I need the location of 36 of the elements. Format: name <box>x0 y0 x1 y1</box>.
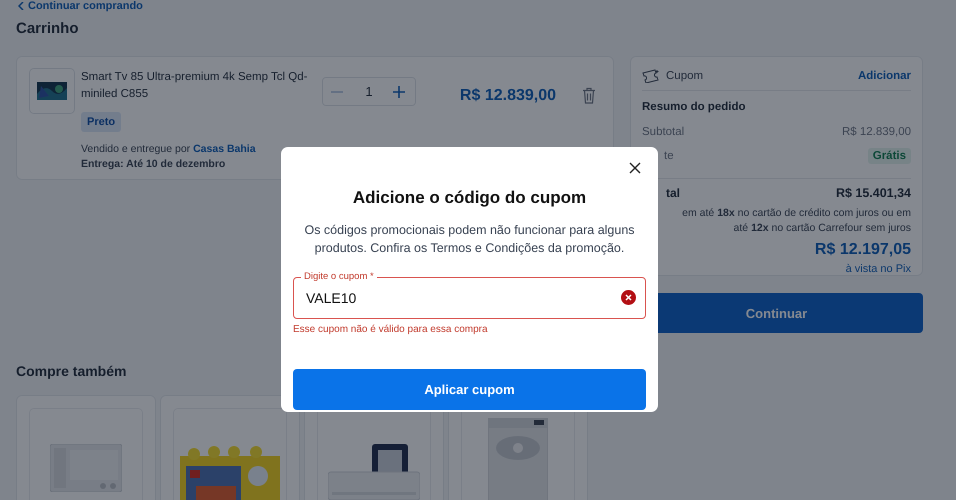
summary-label: Subtotal <box>642 126 684 138</box>
delivery-text: Entrega: Até 10 de dezembro <box>81 157 226 172</box>
add-coupon-link[interactable]: Adicionar <box>858 70 911 82</box>
quantity-value: 1 <box>365 84 373 99</box>
page-title: Carrinho <box>16 19 80 39</box>
minus-icon <box>331 90 343 92</box>
total-value: R$ 15.401,34 <box>836 186 911 200</box>
product-card[interactable] <box>160 395 300 500</box>
modal-title: Adicione o código do cupom <box>352 187 588 209</box>
summary-value: R$ 12.839,00 <box>842 126 911 138</box>
variant-tag: Preto <box>81 112 122 132</box>
summary-title: Resumo do pedido <box>642 101 746 113</box>
pix-price: R$ 12.197,05 <box>814 241 911 259</box>
summary-label: te <box>663 150 674 162</box>
error-icon <box>621 290 636 305</box>
apply-coupon-button[interactable]: Aplicar cupom <box>293 369 646 410</box>
section-title: Compre também <box>16 362 128 381</box>
pix-label: à vista no Pix <box>846 263 911 275</box>
installment-text: em até 18x no cartão de crédito com juros ou em até 12x no cartão Carrefour sem juros <box>681 206 911 236</box>
trash-icon <box>582 87 596 104</box>
plus-button[interactable] <box>390 84 407 100</box>
seller-text: Vendido e entregue por Casas Bahia <box>81 142 257 157</box>
coupon-label: Cupom <box>666 70 704 82</box>
back-link[interactable]: Continuar comprando <box>18 0 143 12</box>
delete-button[interactable] <box>582 87 596 104</box>
total-label: tal <box>665 186 680 200</box>
chevron-left-icon <box>18 2 24 10</box>
free-shipping-badge: Grátis <box>868 148 911 164</box>
error-message: Esse cupom não é válido para essa compra <box>293 324 489 336</box>
ticket-icon <box>642 69 660 83</box>
product-name: Smart Tv 85 Ultra-premium 4k Semp Tcl Qd-miniled C855 <box>81 70 308 102</box>
modal-description: Os códigos promocionais podem não funcionar para alguns produtos. Confira os Termos e Condições da promoção. <box>303 222 636 257</box>
plus-icon <box>390 84 407 100</box>
product-price: R$ 12.839,00 <box>460 87 556 105</box>
close-icon <box>628 161 642 175</box>
field-label: Digite o cupom * <box>301 271 377 283</box>
